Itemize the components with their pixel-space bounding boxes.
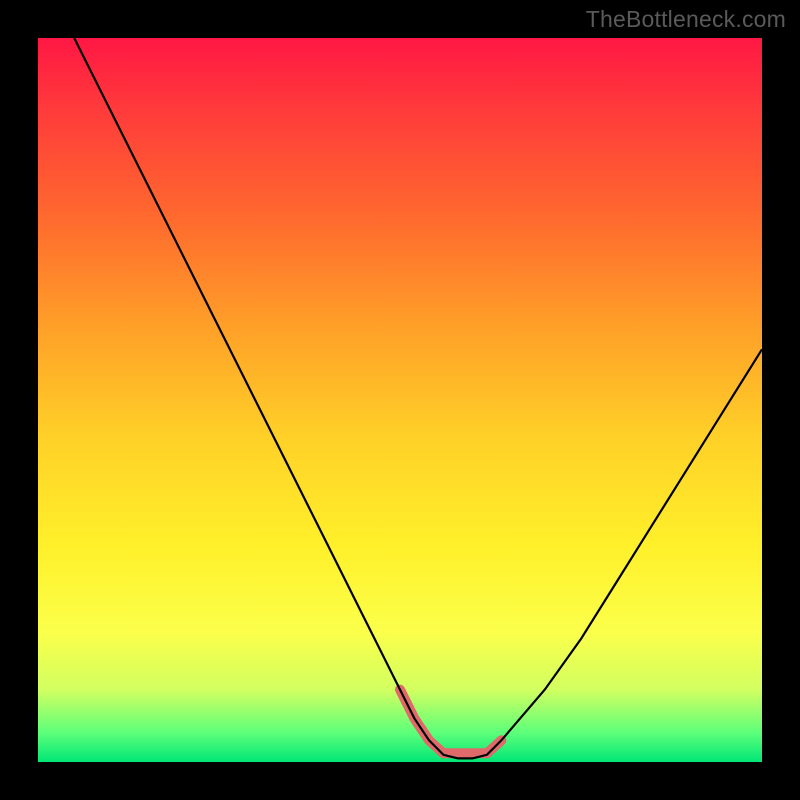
bottleneck-curve [74, 38, 762, 758]
watermark-text: TheBottleneck.com [586, 6, 786, 33]
chart-frame: TheBottleneck.com [0, 0, 800, 800]
chart-plot-area [38, 38, 762, 762]
chart-svg [38, 38, 762, 762]
